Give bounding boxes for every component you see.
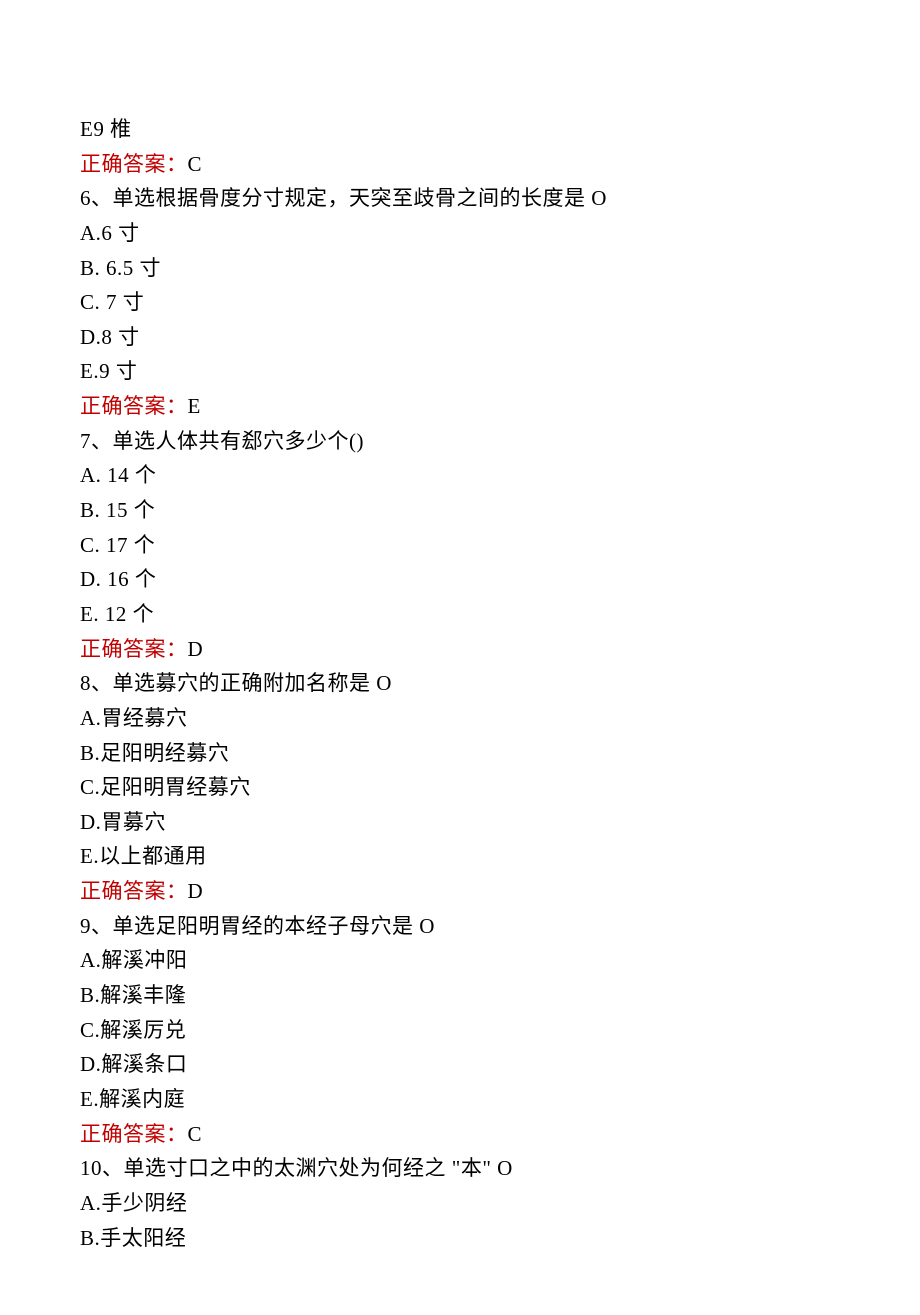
q6-option-e: E.9 寸 — [80, 354, 840, 389]
q7-stem: 7、单选人体共有郄穴多少个() — [80, 424, 840, 459]
q8-answer-value: D — [188, 879, 204, 903]
q6-option-b: B. 6.5 寸 — [80, 251, 840, 286]
q8-option-a: A.胃经募穴 — [80, 701, 840, 736]
q6-option-a: A.6 寸 — [80, 216, 840, 251]
q5-answer-label: 正确答案： — [80, 152, 188, 176]
q7-answer: 正确答案：D — [80, 632, 840, 667]
q6-answer-label: 正确答案： — [80, 394, 188, 418]
q6-answer: 正确答案：E — [80, 389, 840, 424]
q8-option-d: D.胃募穴 — [80, 805, 840, 840]
q10-option-b: B.手太阳经 — [80, 1221, 840, 1256]
q8-option-e: E.以上都通用 — [80, 839, 840, 874]
q9-answer: 正确答案：C — [80, 1117, 840, 1152]
q7-option-a: A. 14 个 — [80, 458, 840, 493]
q7-answer-label: 正确答案： — [80, 637, 188, 661]
q7-answer-value: D — [188, 637, 204, 661]
q8-answer-label: 正确答案： — [80, 879, 188, 903]
q6-option-c: C. 7 寸 — [80, 285, 840, 320]
q7-option-e: E. 12 个 — [80, 597, 840, 632]
q9-option-e: E.解溪内庭 — [80, 1082, 840, 1117]
q9-option-a: A.解溪冲阳 — [80, 943, 840, 978]
q9-option-d: D.解溪条口 — [80, 1047, 840, 1082]
q9-answer-value: C — [188, 1122, 203, 1146]
q10-stem: 10、单选寸口之中的太渊穴处为何经之 "本" O — [80, 1151, 840, 1186]
q8-stem: 8、单选募穴的正确附加名称是 O — [80, 666, 840, 701]
q8-option-b: B.足阳明经募穴 — [80, 736, 840, 771]
q9-option-b: B.解溪丰隆 — [80, 978, 840, 1013]
q6-stem: 6、单选根据骨度分寸规定，天突至歧骨之间的长度是 O — [80, 181, 840, 216]
q9-stem: 9、单选足阳明胃经的本经子母穴是 O — [80, 909, 840, 944]
q10-option-a: A.手少阴经 — [80, 1186, 840, 1221]
q5-option-e: E9 椎 — [80, 112, 840, 147]
q8-answer: 正确答案：D — [80, 874, 840, 909]
q7-option-c: C. 17 个 — [80, 528, 840, 563]
q8-option-c: C.足阳明胃经募穴 — [80, 770, 840, 805]
q7-option-d: D. 16 个 — [80, 562, 840, 597]
q9-answer-label: 正确答案： — [80, 1122, 188, 1146]
q6-answer-value: E — [188, 394, 201, 418]
q5-answer: 正确答案：C — [80, 147, 840, 182]
q5-answer-value: C — [188, 152, 203, 176]
q9-option-c: C.解溪厉兑 — [80, 1013, 840, 1048]
q7-option-b: B. 15 个 — [80, 493, 840, 528]
document-page: E9 椎 正确答案：C 6、单选根据骨度分寸规定，天突至歧骨之间的长度是 O A… — [0, 0, 920, 1315]
q6-option-d: D.8 寸 — [80, 320, 840, 355]
